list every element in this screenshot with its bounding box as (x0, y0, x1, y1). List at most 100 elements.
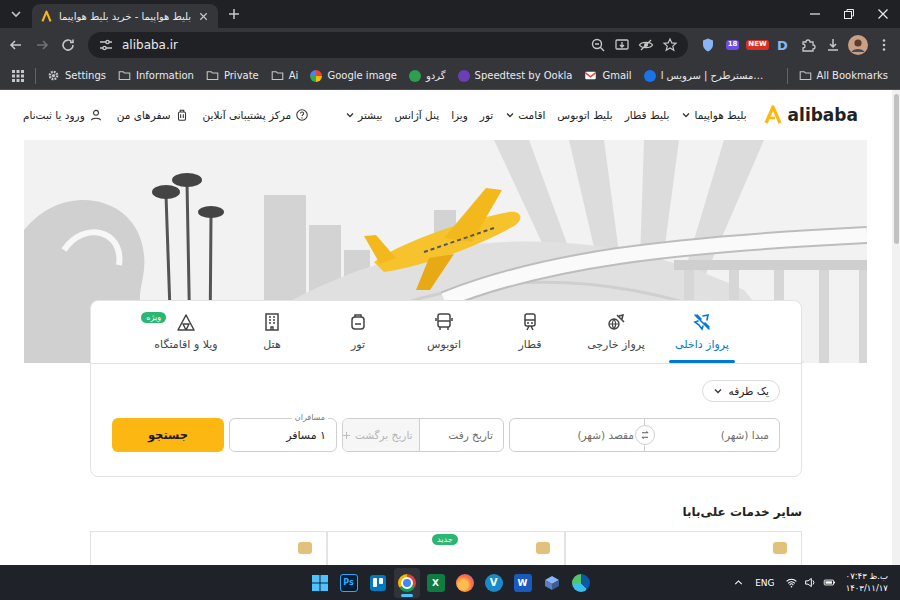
service-tab-label: پرواز داخلی (675, 338, 729, 351)
page-scrollbar[interactable] (892, 90, 900, 565)
taskbar-app[interactable] (310, 568, 330, 598)
passengers-field[interactable]: مسافران۱ مسافر (229, 418, 337, 452)
battery-icon[interactable] (823, 576, 836, 589)
minimize-button[interactable] (798, 0, 832, 28)
bookmark-item[interactable]: گردو (405, 70, 450, 82)
service-tab-head (348, 312, 368, 332)
back-button[interactable] (4, 33, 28, 57)
chevron-up-icon[interactable] (732, 576, 745, 589)
taskbar-app[interactable]: W (513, 568, 533, 598)
nav-label: تور (480, 109, 493, 121)
clock[interactable]: ۰۷:۴۳ ب.ظ۱۴۰۳/۱۱/۱۷ (846, 571, 888, 593)
service-card[interactable] (565, 531, 802, 565)
taskbar-app[interactable] (542, 568, 562, 598)
extension-button[interactable] (821, 33, 844, 57)
origin-field[interactable]: مبدا (شهر) (645, 419, 779, 451)
forward-button[interactable] (30, 33, 54, 57)
account-link[interactable]: سفرهای من (117, 108, 189, 122)
swap-button[interactable] (635, 425, 655, 445)
alibaba-logo[interactable]: alibaba (763, 105, 858, 125)
search-form: یک طرفه مبدا (شهر)مقصد (شهر)تاریخ رفتتاری… (91, 364, 801, 476)
bookmark-item[interactable]: Private (202, 69, 263, 82)
taskbar-app[interactable] (394, 568, 420, 598)
nav-item[interactable]: پنل آژانس (395, 109, 440, 121)
bookmark-item[interactable]: Speedtest by Ookla (454, 70, 577, 82)
nav-item[interactable]: تور (480, 109, 493, 121)
nav-item[interactable]: بلیط قطار (625, 109, 670, 121)
bookmark-item[interactable]: Settings (43, 69, 110, 82)
service-icon (536, 542, 550, 554)
all-bookmarks-button[interactable]: All Bookmarks (795, 69, 892, 82)
taskbar-app[interactable] (455, 568, 475, 598)
bookmark-star-icon[interactable] (662, 37, 678, 53)
speaker-icon[interactable] (804, 576, 817, 589)
forward-arrow-icon (34, 37, 50, 53)
extension-button[interactable]: 18 (721, 33, 744, 57)
bookmark-item[interactable]: Information (114, 69, 198, 82)
apps-grid-icon[interactable] (10, 68, 26, 84)
service-tab-label: ویلا و اقامتگاه (154, 338, 217, 351)
nav-label: بلیط اتوبوس (557, 109, 612, 121)
service-card[interactable]: جدید (327, 531, 564, 565)
international-flight-icon (606, 312, 626, 332)
new-tab-icon[interactable] (226, 6, 242, 22)
extension-button[interactable] (796, 33, 819, 57)
system-tray: ENG ۰۷:۴۳ ب.ظ۱۴۰۳/۱۱/۱۷ (591, 571, 900, 593)
train-icon (520, 312, 540, 332)
zoom-icon[interactable] (590, 37, 606, 53)
service-tab[interactable]: پرواز خارجی (573, 301, 659, 363)
extension-button[interactable]: NEW (746, 33, 769, 57)
taskbar-app[interactable] (571, 568, 591, 598)
bookmark-item[interactable]: مسترطرح | سرویس ا… (640, 70, 768, 82)
profile-avatar[interactable] (846, 33, 870, 57)
bookmark-item[interactable]: Ai (267, 69, 303, 82)
bookmark-item[interactable]: Google image (306, 70, 401, 82)
trip-type-dropdown[interactable]: یک طرفه (702, 380, 780, 402)
nav-item[interactable]: ویزا (451, 109, 468, 121)
site-info-icon[interactable] (98, 37, 114, 53)
close-window-button[interactable] (866, 0, 900, 28)
extension-button[interactable] (696, 33, 719, 57)
depart-date-field[interactable]: تاریخ رفت (420, 419, 504, 451)
nav-item[interactable]: بلیط هواپیما (681, 109, 746, 121)
service-tab[interactable]: قطار (487, 301, 573, 363)
account-link[interactable]: ورود یا ثبت‌نام (23, 108, 103, 122)
destination-field[interactable]: مقصد (شهر) (510, 419, 644, 451)
active-app-indicator (401, 594, 413, 597)
browser-tab[interactable]: بلیط هواپیما - خرید بلیط هواپیما (32, 4, 218, 28)
taskbar-app[interactable]: Ps (339, 568, 359, 598)
eye-off-icon[interactable] (638, 37, 654, 53)
tab-search-button[interactable] (4, 2, 28, 26)
service-tab[interactable]: تور (315, 301, 401, 363)
service-tab[interactable]: پرواز داخلی (659, 301, 745, 363)
return-date-field[interactable]: تاریخ برگشت (343, 419, 419, 451)
nav-item[interactable]: بلیط اتوبوس (557, 109, 612, 121)
bookmark-item[interactable]: Gmail (580, 69, 635, 82)
address-bar[interactable]: alibaba.ir (88, 32, 688, 58)
wifi-icon[interactable] (785, 576, 798, 589)
account-link[interactable]: مرکز پشتیبانی آنلاین (203, 108, 310, 122)
nav-item[interactable]: بیشتر (345, 109, 382, 121)
taskbar-app[interactable]: X (426, 568, 446, 598)
nav-item[interactable]: اقامت (505, 109, 545, 121)
chevron-down-icon (681, 110, 691, 120)
service-tab[interactable]: هتل (229, 301, 315, 363)
service-tab[interactable]: اتوبوس (401, 301, 487, 363)
service-tab-label: پرواز خارجی (587, 338, 645, 351)
chrome-menu-button[interactable] (872, 33, 896, 57)
install-app-icon[interactable] (614, 37, 630, 53)
toolbar: alibaba.ir 18NEWD (0, 28, 900, 62)
extension-button[interactable]: D (771, 33, 794, 57)
taskbar-app[interactable] (368, 568, 388, 598)
logo-mark-icon (763, 105, 783, 125)
restore-button[interactable] (832, 0, 866, 28)
service-tab[interactable]: ویژهویلا و اقامتگاه (143, 301, 229, 363)
scrollbar-thumb[interactable] (894, 94, 899, 244)
input-language[interactable]: ENG (755, 578, 774, 588)
account-label: مرکز پشتیبانی آنلاین (203, 109, 292, 121)
close-tab-icon[interactable] (197, 10, 210, 23)
reload-button[interactable] (56, 33, 80, 57)
search-button[interactable]: جستجو (112, 418, 224, 452)
taskbar-app[interactable]: V (484, 568, 504, 598)
service-card[interactable] (90, 531, 327, 565)
